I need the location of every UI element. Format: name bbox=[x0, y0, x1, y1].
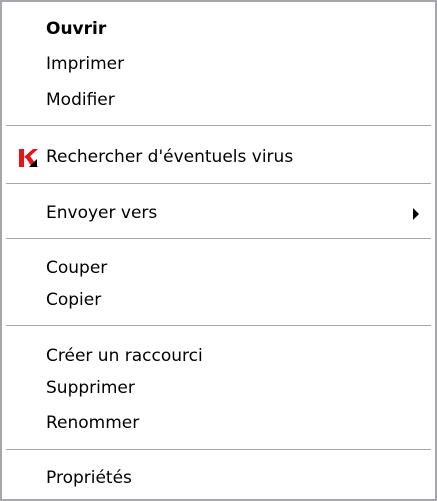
menu-item-label: Propriétés bbox=[46, 468, 132, 488]
menu-item-renommer[interactable]: Renommer bbox=[2, 408, 435, 438]
menu-separator bbox=[6, 325, 431, 327]
menu-item-label: Imprimer bbox=[46, 54, 125, 74]
menu-item-copier[interactable]: Copier bbox=[2, 285, 435, 315]
menu-item-label: Supprimer bbox=[46, 378, 135, 398]
menu-item-label: Ouvrir bbox=[46, 19, 107, 39]
menu-separator bbox=[6, 183, 431, 185]
context-menu: Ouvrir Imprimer Modifier Rechercher d'év… bbox=[0, 0, 437, 501]
menu-item-modifier[interactable]: Modifier bbox=[2, 85, 435, 115]
menu-item-creer-raccourci[interactable]: Créer un raccourci bbox=[2, 341, 435, 371]
menu-separator bbox=[6, 125, 431, 127]
menu-item-label: Envoyer vers bbox=[46, 203, 158, 223]
submenu-arrow-icon bbox=[413, 208, 419, 220]
menu-item-imprimer[interactable]: Imprimer bbox=[2, 49, 435, 79]
menu-item-label: Couper bbox=[46, 258, 108, 278]
menu-item-label: Modifier bbox=[46, 90, 115, 110]
kaspersky-k-icon bbox=[19, 149, 38, 167]
menu-item-ouvrir[interactable]: Ouvrir bbox=[2, 14, 435, 44]
menu-item-envoyer-vers[interactable]: Envoyer vers bbox=[2, 198, 435, 228]
menu-separator bbox=[6, 238, 431, 240]
menu-item-label: Renommer bbox=[46, 413, 140, 433]
menu-item-label: Copier bbox=[46, 290, 102, 310]
menu-item-label: Rechercher d'éventuels virus bbox=[46, 147, 294, 167]
menu-item-scan-virus[interactable]: Rechercher d'éventuels virus bbox=[2, 142, 435, 172]
menu-separator bbox=[6, 449, 431, 451]
menu-item-supprimer[interactable]: Supprimer bbox=[2, 373, 435, 403]
menu-item-proprietes[interactable]: Propriétés bbox=[2, 463, 435, 493]
menu-item-couper[interactable]: Couper bbox=[2, 253, 435, 283]
menu-item-label: Créer un raccourci bbox=[46, 346, 203, 366]
